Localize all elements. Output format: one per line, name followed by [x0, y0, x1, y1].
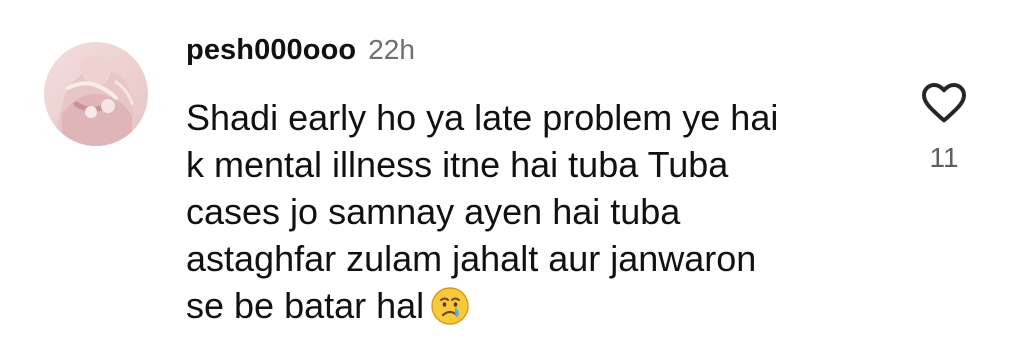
comment-line: astaghfar zulam jahalt aur janwaron	[186, 238, 757, 279]
like-count: 11	[929, 142, 959, 173]
comment-timestamp: 22h	[368, 34, 415, 65]
comment-last-line: se be batar hal	[186, 282, 886, 329]
comment-line: Shadi early ho ya late problem ye hai	[186, 97, 779, 138]
comment-line: k mental illness itne hai tuba Tuba	[186, 144, 729, 185]
heart-icon[interactable]	[912, 74, 976, 130]
username-link[interactable]: pesh000ooo	[186, 34, 356, 67]
comment-item: pesh000ooo 22h Shadi early ho ya late pr…	[0, 0, 1024, 338]
crying-face-icon	[430, 286, 470, 326]
comment-text: Shadi early ho ya late problem ye hai k …	[186, 94, 886, 329]
avatar[interactable]	[44, 42, 148, 146]
like-area: 11	[912, 74, 976, 174]
comment-line: se be batar hal	[186, 285, 425, 326]
comment-line: cases jo samnay ayen hai tuba	[186, 191, 681, 232]
comment-meta: pesh000ooo 22h	[186, 34, 415, 74]
